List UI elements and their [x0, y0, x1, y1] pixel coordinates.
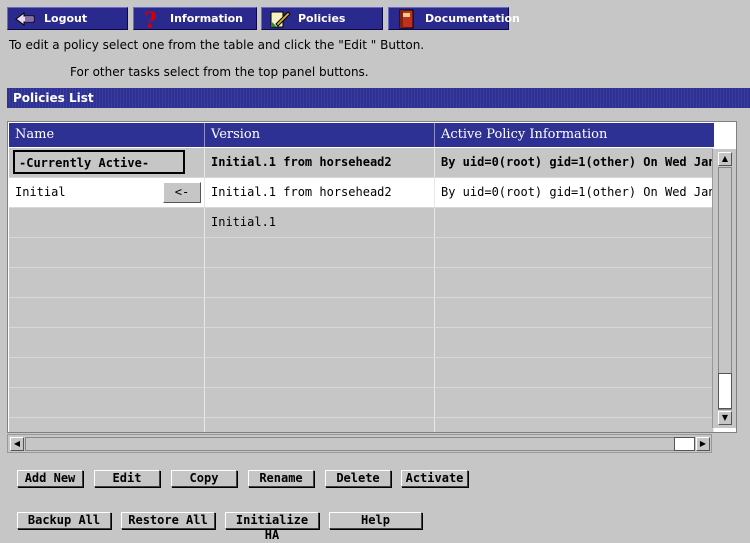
- table-row-empty: [9, 328, 714, 358]
- tab-information[interactable]: ? Information: [133, 7, 257, 34]
- active-info-cell: By uid=0(root) gid=1(other) On Wed Jan 3…: [435, 148, 714, 177]
- empty-cell: [9, 328, 205, 357]
- table-body: -Currently Active- Initial.1 from horseh…: [9, 148, 714, 432]
- tab-information-label: Information: [170, 12, 243, 25]
- table-row[interactable]: Initial.1: [9, 208, 714, 238]
- name-cell: [9, 208, 205, 237]
- empty-cell: [435, 328, 714, 357]
- currently-active-label: -Currently Active-: [13, 150, 185, 174]
- tab-policies[interactable]: Policies: [261, 7, 383, 30]
- empty-cell: [9, 418, 205, 432]
- rename-button[interactable]: Rename: [248, 470, 314, 487]
- empty-cell: [9, 388, 205, 417]
- tab-documentation-label: Documentation: [425, 12, 520, 25]
- edit-button[interactable]: Edit: [94, 470, 160, 487]
- scroll-right-arrow-icon[interactable]: ▶: [696, 437, 710, 451]
- restore-all-button[interactable]: Restore All: [121, 512, 215, 529]
- version-cell: Initial.1 from horsehead2: [205, 178, 435, 207]
- info-cell: [435, 208, 714, 237]
- help-button[interactable]: Help: [329, 512, 422, 529]
- vertical-scroll-thumb[interactable]: [718, 373, 732, 409]
- empty-cell: [435, 238, 714, 267]
- scroll-up-arrow-icon[interactable]: ▲: [718, 152, 732, 166]
- table-header: Name Version Active Policy Information: [9, 123, 714, 147]
- tab-documentation[interactable]: Documentation: [388, 7, 520, 30]
- table-row-empty: [9, 388, 714, 418]
- add-new-button[interactable]: Add New: [17, 470, 83, 487]
- copy-button[interactable]: Copy: [171, 470, 237, 487]
- section-header: Policies List: [7, 88, 750, 108]
- policies-icon: [268, 9, 292, 29]
- tab-logout-label: Logout: [44, 12, 88, 25]
- instruction-line-1: To edit a policy select one from the tab…: [9, 38, 425, 52]
- empty-cell: [205, 298, 435, 327]
- empty-cell: [9, 358, 205, 387]
- policies-table: Name Version Active Policy Information -…: [7, 121, 737, 433]
- table-row-empty: [9, 238, 714, 268]
- activate-button[interactable]: Activate: [401, 470, 468, 487]
- name-cell: Initial <-: [9, 178, 205, 207]
- table-row[interactable]: Initial <- Initial.1 from horsehead2 By …: [9, 178, 714, 208]
- question-mark-icon: ?: [140, 8, 164, 34]
- make-active-arrow-button[interactable]: <-: [163, 182, 201, 203]
- column-header-version[interactable]: Version: [205, 123, 435, 147]
- tab-logout[interactable]: Logout: [7, 7, 128, 30]
- version-cell: Initial.1: [205, 208, 435, 237]
- horizontal-scroll-thumb[interactable]: [674, 437, 695, 451]
- empty-cell: [435, 358, 714, 387]
- empty-cell: [205, 268, 435, 297]
- horizontal-scrollbar[interactable]: ◀ ▶: [7, 434, 712, 453]
- scroll-down-arrow-icon[interactable]: ▼: [718, 411, 732, 425]
- column-header-info[interactable]: Active Policy Information: [435, 123, 714, 147]
- table-row-empty: [9, 298, 714, 328]
- tab-policies-label: Policies: [298, 12, 346, 25]
- scroll-left-arrow-icon[interactable]: ◀: [10, 437, 24, 451]
- empty-cell: [9, 268, 205, 297]
- empty-cell: [435, 268, 714, 297]
- info-cell: By uid=0(root) gid=1(other) On Wed Jan 3…: [435, 178, 714, 207]
- delete-button[interactable]: Delete: [325, 470, 391, 487]
- horizontal-scroll-track[interactable]: [25, 437, 695, 451]
- logout-icon: [14, 9, 38, 29]
- table-row-empty: [9, 418, 714, 432]
- empty-cell: [9, 238, 205, 267]
- policy-name: Initial: [15, 185, 66, 199]
- empty-cell: [205, 358, 435, 387]
- empty-cell: [205, 388, 435, 417]
- table-row-empty: [9, 268, 714, 298]
- empty-cell: [205, 418, 435, 432]
- top-panel: Logout ? Information Policies Documentat…: [0, 0, 750, 34]
- vertical-scrollbar[interactable]: ▲ ▼: [712, 149, 736, 428]
- column-header-name[interactable]: Name: [9, 123, 205, 147]
- initialize-ha-button[interactable]: Initialize HA: [225, 512, 319, 542]
- book-icon: [395, 9, 419, 29]
- active-name-cell: -Currently Active-: [9, 148, 205, 177]
- empty-cell: [435, 388, 714, 417]
- backup-all-button[interactable]: Backup All: [17, 512, 111, 529]
- empty-cell: [435, 298, 714, 327]
- empty-cell: [435, 418, 714, 432]
- instruction-line-2: For other tasks select from the top pane…: [70, 65, 369, 79]
- svg-text:?: ?: [144, 9, 157, 29]
- table-row-active[interactable]: -Currently Active- Initial.1 from horseh…: [9, 148, 714, 178]
- empty-cell: [205, 328, 435, 357]
- empty-cell: [205, 238, 435, 267]
- empty-cell: [9, 298, 205, 327]
- table-row-empty: [9, 358, 714, 388]
- active-version-cell: Initial.1 from horsehead2: [205, 148, 435, 177]
